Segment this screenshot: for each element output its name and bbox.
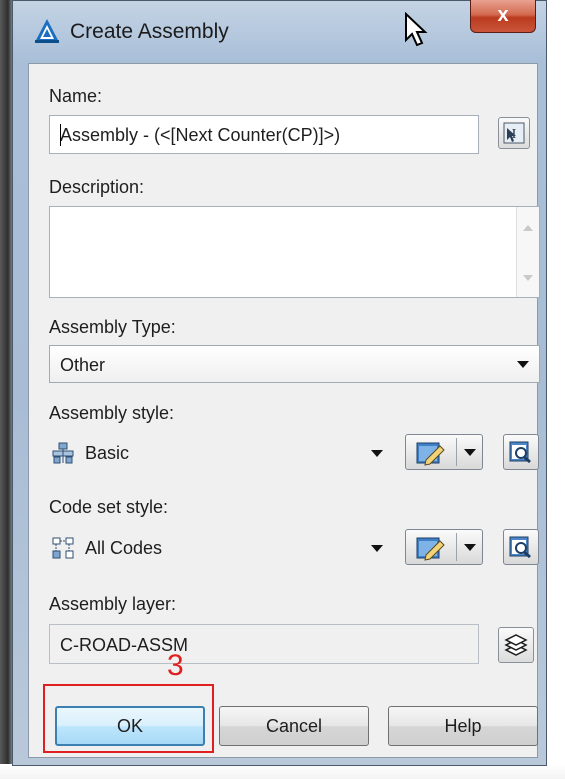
assembly-style-edit-button[interactable]: [405, 434, 483, 470]
scroll-down-arrow-icon[interactable]: [523, 275, 533, 281]
edit-style-icon: [416, 442, 445, 466]
chevron-down-icon: [371, 545, 383, 552]
description-input[interactable]: [49, 206, 540, 298]
assembly-layer-label: Assembly layer:: [49, 594, 177, 614]
scroll-up-arrow-icon[interactable]: [523, 225, 533, 231]
assembly-style-icon: [52, 442, 74, 464]
background-bottom: [0, 764, 565, 779]
mouse-cursor-icon: [405, 12, 428, 47]
assembly-type-label: Assembly Type:: [49, 317, 176, 337]
assembly-type-value: Other: [60, 355, 106, 375]
chevron-down-icon[interactable]: [464, 544, 476, 551]
assembly-style-select[interactable]: Basic: [49, 436, 391, 470]
chevron-down-icon[interactable]: [464, 449, 476, 456]
description-scrollbar[interactable]: [516, 207, 539, 297]
help-button[interactable]: Help: [388, 706, 538, 746]
assembly-style-details-button[interactable]: [503, 434, 539, 470]
assembly-style-label: Assembly style:: [49, 403, 175, 423]
split-divider: [456, 438, 457, 466]
cancel-button[interactable]: Cancel: [219, 706, 369, 746]
code-set-style-select[interactable]: All Codes: [49, 531, 391, 565]
code-set-style-details-button[interactable]: [503, 529, 539, 565]
magnifier-icon: [509, 536, 531, 559]
close-icon: x: [497, 4, 509, 26]
annotation-step-number: 3: [167, 649, 184, 682]
magnifier-icon: [509, 441, 531, 464]
code-set-style-edit-button[interactable]: [405, 529, 483, 565]
code-set-style-icon: [52, 537, 74, 559]
text-edit-icon: I: [503, 122, 525, 144]
annotation-highlight-box: [43, 684, 214, 753]
civil3d-logo-icon: [35, 19, 59, 43]
chevron-down-icon: [371, 450, 383, 457]
description-label: Description:: [49, 177, 145, 197]
layers-icon: [504, 634, 528, 656]
name-input[interactable]: Assembly - (<[Next Counter(CP)]>): [49, 115, 479, 154]
close-button[interactable]: x: [470, 0, 536, 33]
split-divider: [456, 533, 457, 561]
assembly-layer-button[interactable]: [498, 627, 534, 663]
name-label: Name:: [49, 86, 103, 106]
code-set-style-label: Code set style:: [49, 497, 169, 517]
window-title: Create Assembly: [70, 20, 229, 43]
edit-style-icon: [416, 537, 445, 561]
assembly-style-value: Basic: [85, 443, 130, 463]
assembly-layer-field: C-ROAD-ASSM: [49, 624, 479, 664]
code-set-style-value: All Codes: [85, 538, 163, 558]
name-input-value: Assembly - (<[Next Counter(CP)]>): [60, 125, 341, 145]
chevron-down-icon: [517, 361, 529, 368]
text-caret: [60, 124, 61, 146]
assembly-type-select[interactable]: Other: [49, 345, 540, 383]
name-template-button[interactable]: I: [498, 117, 530, 149]
background-right: [546, 0, 565, 779]
